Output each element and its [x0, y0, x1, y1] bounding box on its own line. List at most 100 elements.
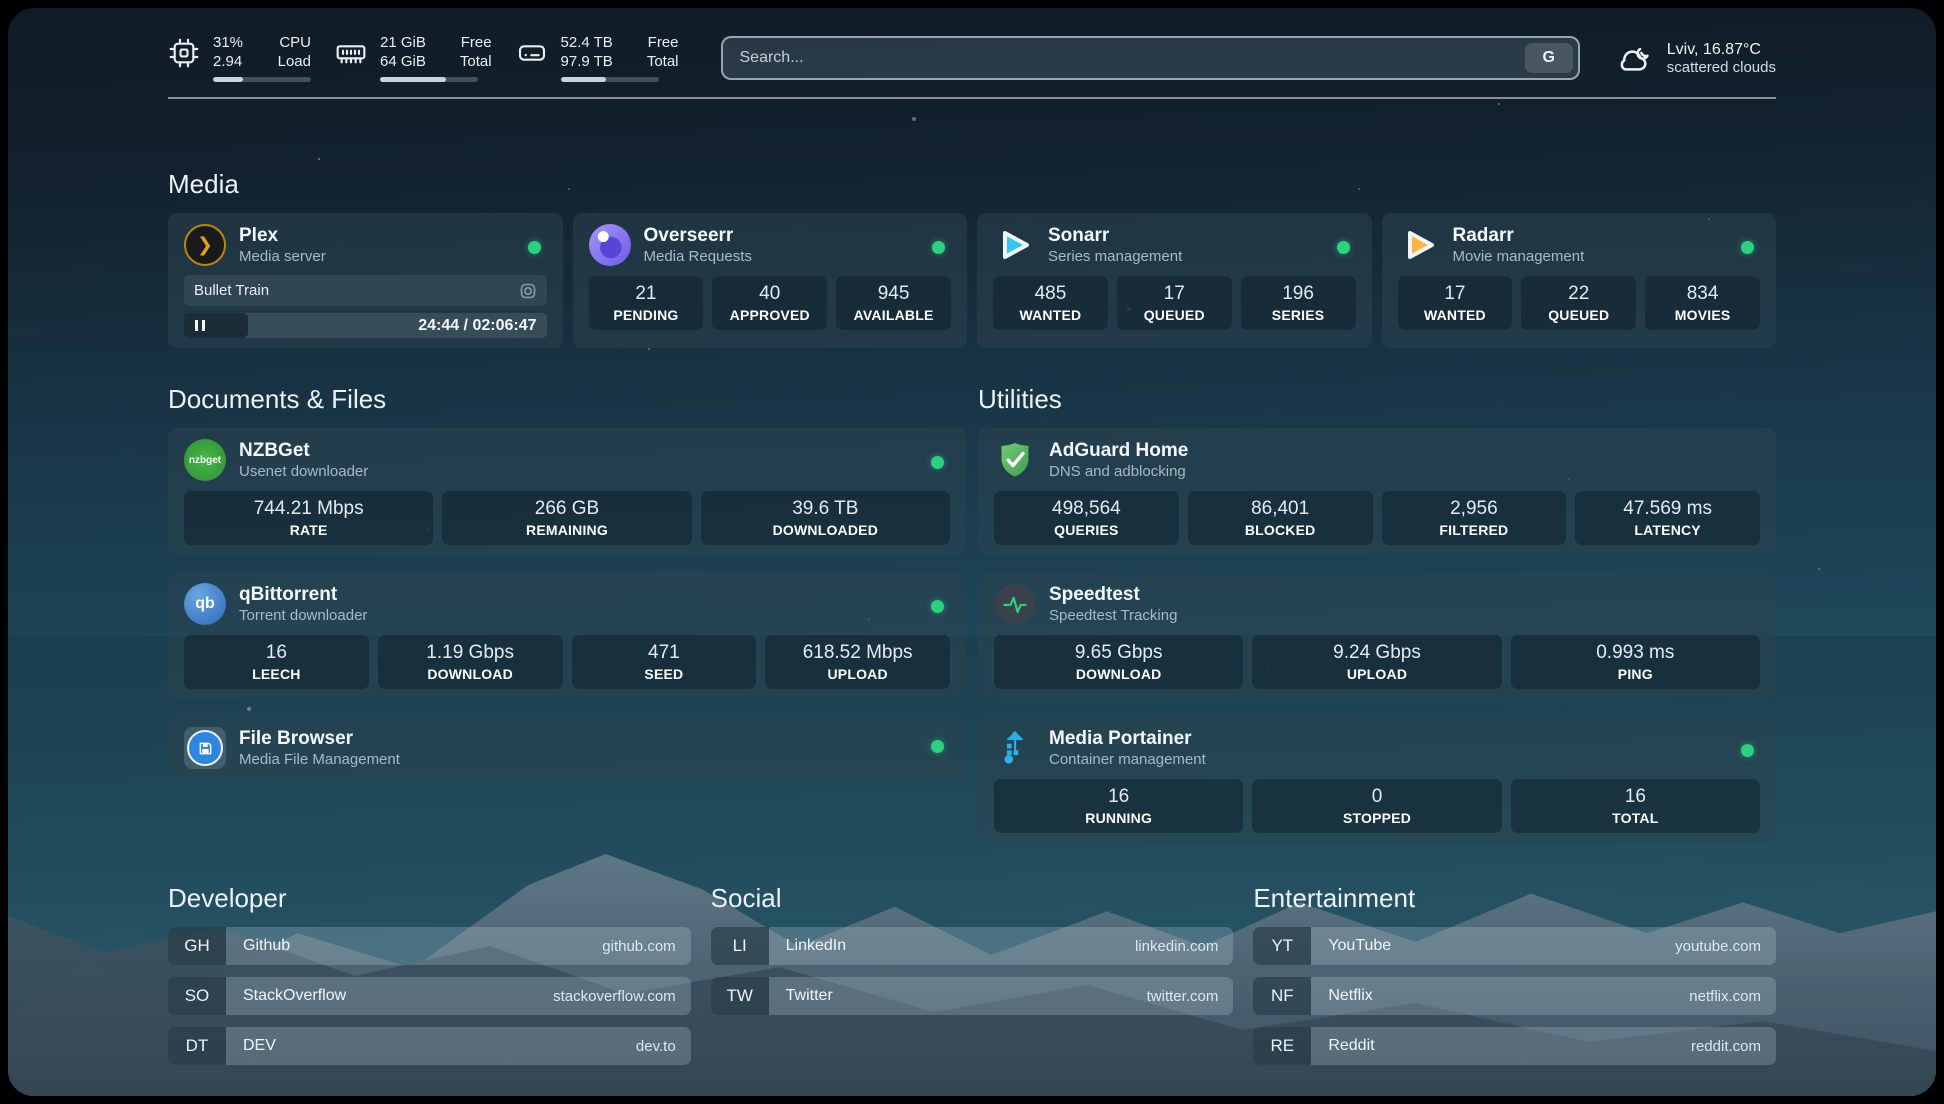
disk-icon [516, 37, 548, 69]
pause-button[interactable] [184, 313, 248, 338]
service-card-nzbget[interactable]: nzbget NZBGet Usenet downloader 744.21 M… [168, 428, 966, 555]
service-description: Usenet downloader [239, 463, 368, 482]
service-card-adguard[interactable]: AdGuard Home DNS and adblocking 498,564Q… [978, 428, 1776, 555]
disk-free-value: 52.4 TB [561, 34, 613, 51]
service-description: Media File Management [239, 751, 400, 770]
service-card-portainer[interactable]: Media Portainer Container management 16R… [978, 716, 1776, 843]
bookmark-dev[interactable]: DT DEV dev.to [168, 1027, 691, 1065]
stat-stopped: 0STOPPED [1252, 779, 1501, 833]
cpu-widget: 31% CPU 2.94 Load [168, 34, 311, 82]
disk-widget: 52.4 TB Free 97.9 TB Total [516, 34, 679, 82]
bookmark-youtube[interactable]: YT YouTube youtube.com [1253, 927, 1776, 965]
service-card-filebrowser[interactable]: File Browser Media File Management [168, 716, 966, 780]
service-card-qbittorrent[interactable]: qb qBittorrent Torrent downloader 16LEEC… [168, 572, 966, 699]
bookmark-netflix[interactable]: NF Netflix netflix.com [1253, 977, 1776, 1015]
stat-running: 16RUNNING [994, 779, 1243, 833]
bookmark-url: github.com [602, 927, 690, 965]
radarr-icon [1398, 224, 1440, 266]
portainer-crane-icon [994, 727, 1036, 769]
bookmark-linkedin[interactable]: LI LinkedIn linkedin.com [711, 927, 1234, 965]
service-name: File Browser [239, 727, 400, 751]
section-media: Media ❯ Plex Media server Bullet Train [168, 169, 1776, 348]
section-documents: Documents & Files nzbget NZBGet Usenet d… [168, 384, 966, 843]
bookmark-abbr: LI [711, 927, 769, 965]
service-card-plex[interactable]: ❯ Plex Media server Bullet Train [168, 213, 563, 348]
service-description: Media Requests [644, 248, 752, 267]
service-name: NZBGet [239, 439, 368, 463]
qbittorrent-icon: qb [184, 583, 226, 625]
bookmark-reddit[interactable]: RE Reddit reddit.com [1253, 1027, 1776, 1065]
overseerr-icon [589, 224, 631, 266]
speedtest-pulse-icon [995, 584, 1035, 624]
bookmark-abbr: SO [168, 977, 226, 1015]
stat-queued: 22QUEUED [1521, 276, 1636, 330]
stat-queries: 498,564QUERIES [994, 491, 1179, 545]
top-bar: 31% CPU 2.94 Load 21 GiB Free 64 GiB Tot… [168, 34, 1776, 82]
bookmark-url: twitter.com [1147, 977, 1234, 1015]
stat-queued: 17QUEUED [1117, 276, 1232, 330]
section-title-documents: Documents & Files [168, 384, 966, 415]
bookmark-name: LinkedIn [769, 927, 847, 965]
bookmark-group-developer: Developer GH Github github.com SO StackO… [168, 883, 691, 1077]
stat-downloaded: 39.6 TBDOWNLOADED [701, 491, 950, 545]
status-dot [1337, 241, 1350, 254]
stat-total: 16TOTAL [1511, 779, 1760, 833]
disk-free-label: Free [647, 34, 679, 51]
bookmark-url: youtube.com [1675, 927, 1776, 965]
bookmark-github[interactable]: GH Github github.com [168, 927, 691, 965]
service-name: Plex [239, 224, 326, 248]
cpu-usage-label: CPU [277, 34, 311, 51]
bookmark-url: stackoverflow.com [553, 977, 691, 1015]
memory-free-value: 21 GiB [380, 34, 426, 51]
bookmark-group-entertainment: Entertainment YT YouTube youtube.com NF … [1253, 883, 1776, 1077]
stat-approved: 40APPROVED [712, 276, 827, 330]
memory-total-value: 64 GiB [380, 53, 426, 70]
service-card-radarr[interactable]: Radarr Movie management 17WANTED 22QUEUE… [1382, 213, 1777, 348]
playback-time: 24:44 / 02:06:47 [418, 317, 536, 335]
stat-pending: 21PENDING [589, 276, 704, 330]
status-dot [932, 241, 945, 254]
adguard-shield-icon [994, 439, 1036, 481]
playback-progress-row: 24:44 / 02:06:47 [184, 313, 547, 338]
service-description: Speedtest Tracking [1049, 607, 1177, 626]
disk-progress-fill [561, 77, 606, 82]
cpu-progress-fill [213, 77, 243, 82]
stat-filtered: 2,956FILTERED [1382, 491, 1567, 545]
bookmark-abbr: DT [168, 1027, 226, 1065]
service-card-sonarr[interactable]: Sonarr Series management 485WANTED 17QUE… [977, 213, 1372, 348]
disk-progress-bar [561, 77, 659, 82]
bookmark-group-title: Developer [168, 883, 691, 914]
service-name: Radarr [1453, 224, 1585, 248]
now-playing-row: Bullet Train [184, 275, 547, 306]
bookmark-name: Github [226, 927, 290, 965]
stat-upload: 618.52 MbpsUPLOAD [765, 635, 950, 689]
section-utilities: Utilities AdGuard Home DNS and adblockin… [978, 384, 1776, 843]
weather-widget: Lviv, 16.87°C scattered clouds [1614, 41, 1776, 76]
search-bar[interactable]: G [721, 36, 1580, 80]
stat-available: 945AVAILABLE [836, 276, 951, 330]
bookmark-twitter[interactable]: TW Twitter twitter.com [711, 977, 1234, 1015]
service-name: AdGuard Home [1049, 439, 1188, 463]
stat-download: 9.65 GbpsDOWNLOAD [994, 635, 1243, 689]
service-description: Movie management [1453, 248, 1585, 267]
now-playing-view-icon[interactable] [519, 282, 537, 300]
dashboard-page: 31% CPU 2.94 Load 21 GiB Free 64 GiB Tot… [8, 8, 1936, 1096]
stat-leech: 16LEECH [184, 635, 369, 689]
bookmark-url: netflix.com [1689, 977, 1776, 1015]
memory-total-label: Total [460, 53, 492, 70]
service-description: Media server [239, 248, 326, 267]
search-provider-button[interactable]: G [1525, 43, 1573, 73]
disk-total-label: Total [647, 53, 679, 70]
service-card-speedtest[interactable]: Speedtest Speedtest Tracking 9.65 GbpsDO… [978, 572, 1776, 699]
weather-location-temp: Lviv, 16.87°C [1667, 41, 1776, 59]
bookmark-stackoverflow[interactable]: SO StackOverflow stackoverflow.com [168, 977, 691, 1015]
plex-icon: ❯ [184, 224, 226, 266]
stat-blocked: 86,401BLOCKED [1188, 491, 1373, 545]
stat-movies: 834MOVIES [1645, 276, 1760, 330]
stat-remaining: 266 GBREMAINING [442, 491, 691, 545]
search-input[interactable] [738, 48, 1525, 68]
service-card-overseerr[interactable]: Overseerr Media Requests 21PENDING 40APP… [573, 213, 968, 348]
bookmark-url: reddit.com [1691, 1027, 1776, 1065]
memory-progress-bar [380, 77, 478, 82]
sonarr-icon [993, 224, 1035, 266]
